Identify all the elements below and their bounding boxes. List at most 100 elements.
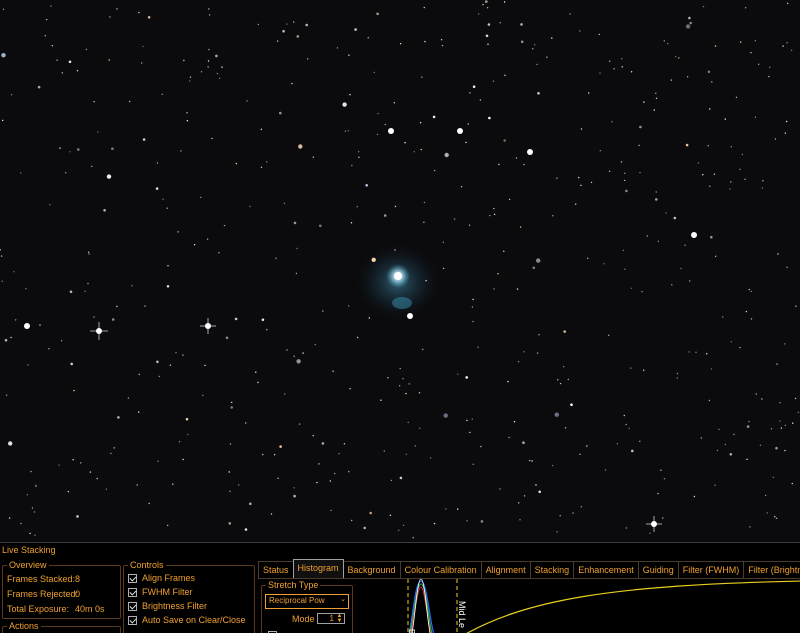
fwhm-filter-checkbox[interactable]: FWHM Filter [128, 587, 193, 597]
star [759, 444, 762, 446]
star [572, 512, 574, 514]
star [291, 82, 293, 85]
star [414, 445, 416, 447]
star [559, 515, 561, 517]
star [2, 8, 5, 10]
tab-alignment[interactable]: Alignment [480, 561, 531, 578]
tab-filter-fwhm[interactable]: Filter (FWHM) [677, 561, 745, 578]
star [480, 445, 482, 448]
star [418, 392, 421, 394]
star [249, 502, 252, 506]
star [249, 205, 251, 208]
star [293, 494, 296, 498]
star [97, 131, 99, 133]
brightness-filter-checkbox[interactable]: Brightness Filter [128, 601, 207, 611]
star [674, 55, 677, 58]
star [761, 187, 764, 189]
align-frames-checkbox[interactable]: Align Frames [128, 573, 195, 583]
star [489, 214, 491, 217]
star [20, 522, 22, 525]
star [590, 181, 593, 184]
star [129, 100, 131, 103]
star [65, 172, 67, 174]
star [649, 532, 651, 534]
tab-status[interactable]: Status [258, 561, 294, 578]
star [621, 66, 623, 68]
star [608, 334, 610, 336]
star [15, 319, 17, 321]
star [639, 125, 642, 129]
star [295, 272, 298, 275]
star [351, 164, 353, 167]
star [471, 418, 473, 420]
star [522, 441, 525, 445]
star [363, 526, 367, 530]
star [625, 527, 628, 529]
star [755, 393, 757, 395]
tab-enhancement[interactable]: Enhancement [573, 561, 639, 578]
tab-colour-calibration[interactable]: Colour Calibration [399, 561, 482, 578]
star [639, 172, 641, 174]
auto-save-checkbox[interactable]: Auto Save on Clear/Close [128, 615, 246, 625]
star [520, 23, 523, 26]
star [706, 353, 708, 355]
histogram-plot[interactable]: Bl Mid Le [353, 579, 800, 633]
star [25, 288, 27, 290]
star [599, 150, 601, 152]
star [235, 162, 238, 165]
star [368, 317, 370, 319]
star [393, 102, 395, 104]
star [350, 222, 353, 224]
star [76, 515, 79, 518]
tab-filter-brightness[interactable]: Filter (Brightness) [743, 561, 800, 578]
star [354, 28, 357, 31]
checkbox-box[interactable] [128, 573, 137, 583]
star [422, 348, 424, 351]
star [488, 116, 491, 120]
mode-stepper[interactable]: 1 ▲ ▼ [317, 613, 345, 624]
star [8, 517, 11, 519]
star [724, 118, 726, 120]
star [667, 42, 669, 45]
star [630, 71, 633, 73]
star [412, 537, 414, 539]
star [655, 92, 657, 95]
star [457, 373, 459, 375]
star [487, 23, 491, 26]
star [2, 119, 4, 122]
star [469, 431, 471, 434]
star [631, 449, 634, 453]
star [111, 147, 114, 150]
star [711, 81, 713, 83]
star [744, 7, 747, 9]
star [538, 334, 540, 336]
star [319, 224, 322, 228]
checkbox-box[interactable] [128, 587, 137, 597]
star [676, 377, 678, 379]
star [321, 442, 325, 445]
tab-stacking[interactable]: Stacking [529, 561, 575, 578]
star [730, 146, 732, 148]
star [744, 178, 746, 180]
star [716, 449, 719, 452]
tab-guiding[interactable]: Guiding [637, 561, 679, 578]
stepper-arrows-icon[interactable]: ▲ ▼ [335, 613, 344, 624]
star [402, 524, 405, 527]
star [766, 512, 768, 514]
star [466, 520, 468, 522]
star [245, 422, 247, 424]
checkbox-box[interactable] [128, 615, 137, 625]
star [499, 22, 501, 24]
stretch-type-select[interactable]: Reciprocal Pow ⌄ [265, 594, 349, 609]
star [433, 522, 436, 525]
star [182, 458, 184, 461]
checkbox-box[interactable] [128, 601, 137, 611]
stacked-image-view[interactable] [0, 0, 800, 542]
star [432, 115, 436, 119]
tab-histogram[interactable]: Histogram [292, 559, 344, 578]
star [318, 463, 320, 465]
star [24, 323, 30, 329]
tab-background[interactable]: Background [342, 561, 401, 578]
star [569, 13, 571, 15]
star [260, 166, 263, 168]
